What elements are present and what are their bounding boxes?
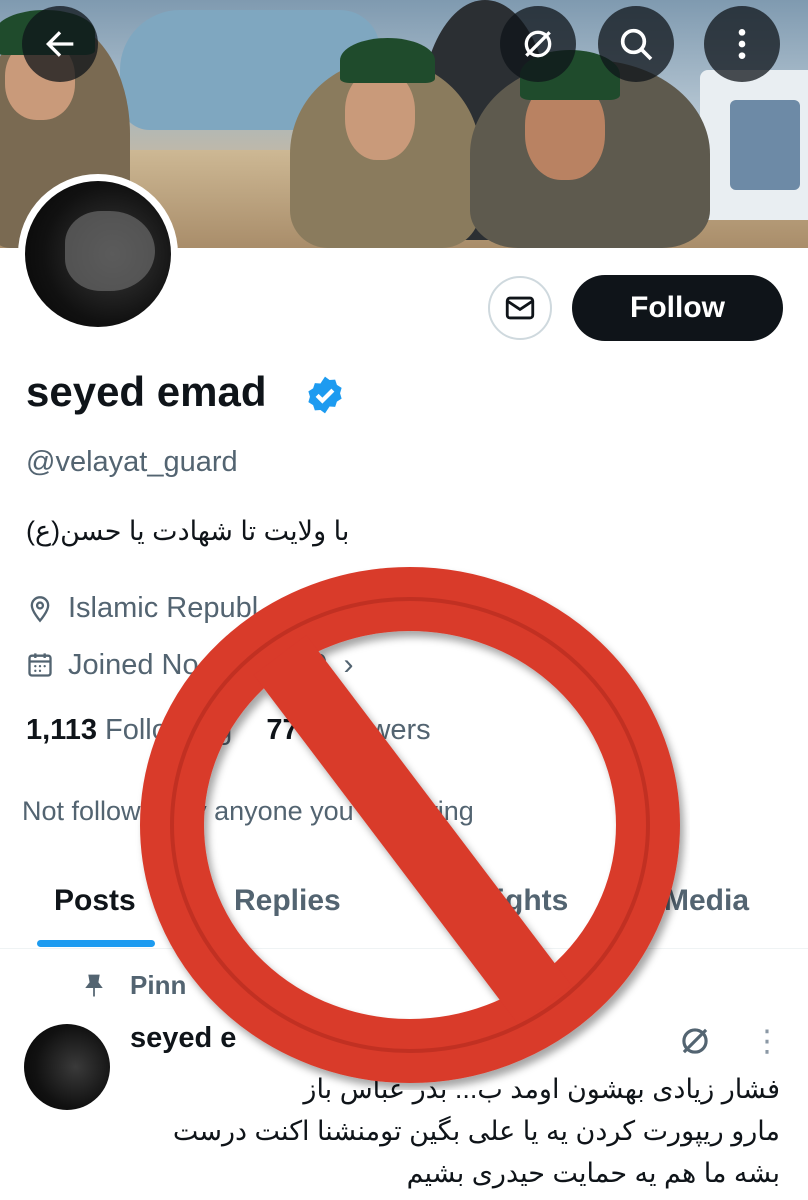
post-more-icon[interactable]: ⋮: [752, 1024, 782, 1059]
tab-media[interactable]: Media: [664, 884, 749, 918]
following-count: 1,113: [26, 714, 97, 746]
tab-replies[interactable]: Replies: [234, 884, 341, 918]
joined-text: Joined No 009: [68, 648, 328, 681]
followers-label: lowers: [322, 714, 431, 746]
profile-bio: با ولایت تا شهادت یا حسن(ع): [26, 516, 350, 546]
follow-button[interactable]: Follow: [572, 275, 783, 341]
following-stat[interactable]: 1,113 Follo g: [26, 714, 232, 747]
avatar-hand: [65, 211, 155, 291]
search-icon: [620, 28, 653, 61]
back-arrow-icon: [46, 31, 74, 57]
back-button[interactable]: [22, 6, 98, 82]
banner-face: [345, 70, 415, 160]
grok-button[interactable]: [500, 6, 576, 82]
post-author-avatar[interactable]: [24, 1024, 110, 1110]
post-header: seyed e @velayat d · 4h: [130, 1022, 528, 1055]
profile-location: Islamic Republ: [26, 592, 258, 625]
display-name: seyed emad: [26, 368, 267, 415]
chevron-right-icon: ›: [343, 648, 354, 681]
follow-stats: 1,113 Follo g 779 lowers: [26, 714, 431, 747]
post-meta: @velayat d · 4h: [284, 1022, 529, 1054]
followers-stat[interactable]: 779 lowers: [266, 714, 430, 747]
more-vert-icon: [738, 29, 746, 59]
not-followed-notice: Not follow by anyone you llowing: [22, 796, 474, 826]
message-button[interactable]: [488, 276, 552, 340]
calendar-icon: [28, 653, 52, 677]
prohibition-slash: [253, 635, 572, 1025]
user-handle: @velayat_guard: [26, 446, 238, 478]
pin-icon: [85, 974, 103, 996]
grok-icon: [524, 30, 552, 58]
tab-posts[interactable]: Posts: [54, 884, 136, 918]
following-label: Follo g: [104, 714, 233, 746]
post-text: فشار زیادی بهشون اومد ب... بدر عباس باز …: [172, 1074, 780, 1188]
profile-tabs: Posts Replies hlights Media: [0, 870, 808, 949]
avatar-image: [25, 181, 171, 327]
active-tab-indicator: [37, 940, 155, 947]
location-pin-icon: [30, 595, 50, 622]
banner-vehicle-window: [730, 100, 800, 190]
banner-beret: [340, 38, 435, 83]
location-text: Islamic Republ: [68, 592, 259, 624]
pinned-label: Pinn: [80, 970, 186, 1001]
pinned-text: Pinn: [130, 970, 187, 1000]
more-options-button[interactable]: [704, 6, 780, 82]
profile-joined-date[interactable]: Joined No 009 ›: [26, 648, 354, 682]
tab-highlights[interactable]: hlights: [470, 884, 568, 918]
search-button[interactable]: [598, 6, 674, 82]
verified-badge-icon[interactable]: [304, 374, 346, 416]
post-author-name[interactable]: seyed e: [130, 1022, 236, 1054]
mail-icon: [505, 296, 535, 320]
profile-avatar[interactable]: [18, 174, 178, 334]
followers-count: 779: [266, 714, 315, 746]
grok-icon[interactable]: [676, 1022, 714, 1060]
